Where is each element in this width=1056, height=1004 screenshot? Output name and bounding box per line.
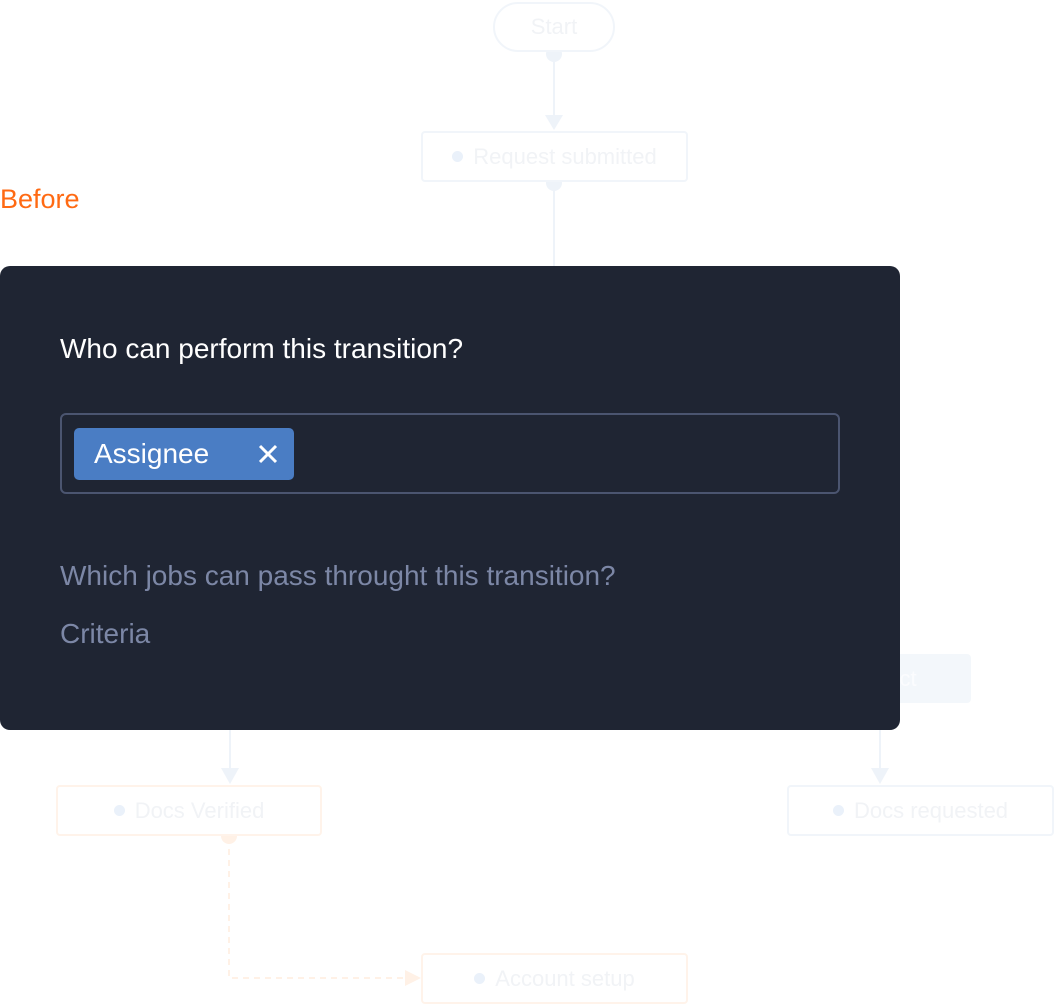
flow-node-account-setup[interactable]: Account setup	[421, 953, 688, 1004]
flow-node-docs-verified[interactable]: Docs Verified	[56, 785, 322, 836]
status-dot-icon	[452, 151, 464, 162]
flow-node-docs-requested[interactable]: Docs requested	[787, 785, 1054, 836]
arrow-head	[405, 970, 421, 986]
close-icon[interactable]	[256, 439, 280, 469]
connector-docs-verified-account-setup	[228, 838, 408, 979]
performers-question: Who can perform this transition?	[60, 333, 464, 364]
flow-node-start[interactable]: Start	[493, 2, 615, 52]
flow-node-request-submitted[interactable]: Request submitted	[421, 131, 688, 182]
tag-label: Assignee	[94, 438, 210, 469]
status-dot-icon	[113, 805, 125, 816]
arrow-head	[545, 115, 563, 130]
jobs-question: Which jobs can pass throught this transi…	[60, 560, 616, 591]
flow-node-label: Request submitted	[473, 143, 657, 169]
flow-node-label: Docs Verified	[134, 797, 265, 823]
flow-node-label: Account setup	[495, 965, 635, 991]
arrow-head	[871, 768, 889, 784]
tag-assignee: Assignee	[74, 428, 294, 480]
criteria-label[interactable]: Criteria	[60, 618, 150, 650]
status-dot-icon	[832, 805, 844, 816]
flow-node-label: Start	[530, 14, 578, 39]
status-dot-icon	[474, 973, 486, 984]
flow-node-label: Docs requested	[853, 797, 1009, 823]
section-label: Before	[0, 184, 80, 214]
arrow-head	[221, 768, 239, 784]
